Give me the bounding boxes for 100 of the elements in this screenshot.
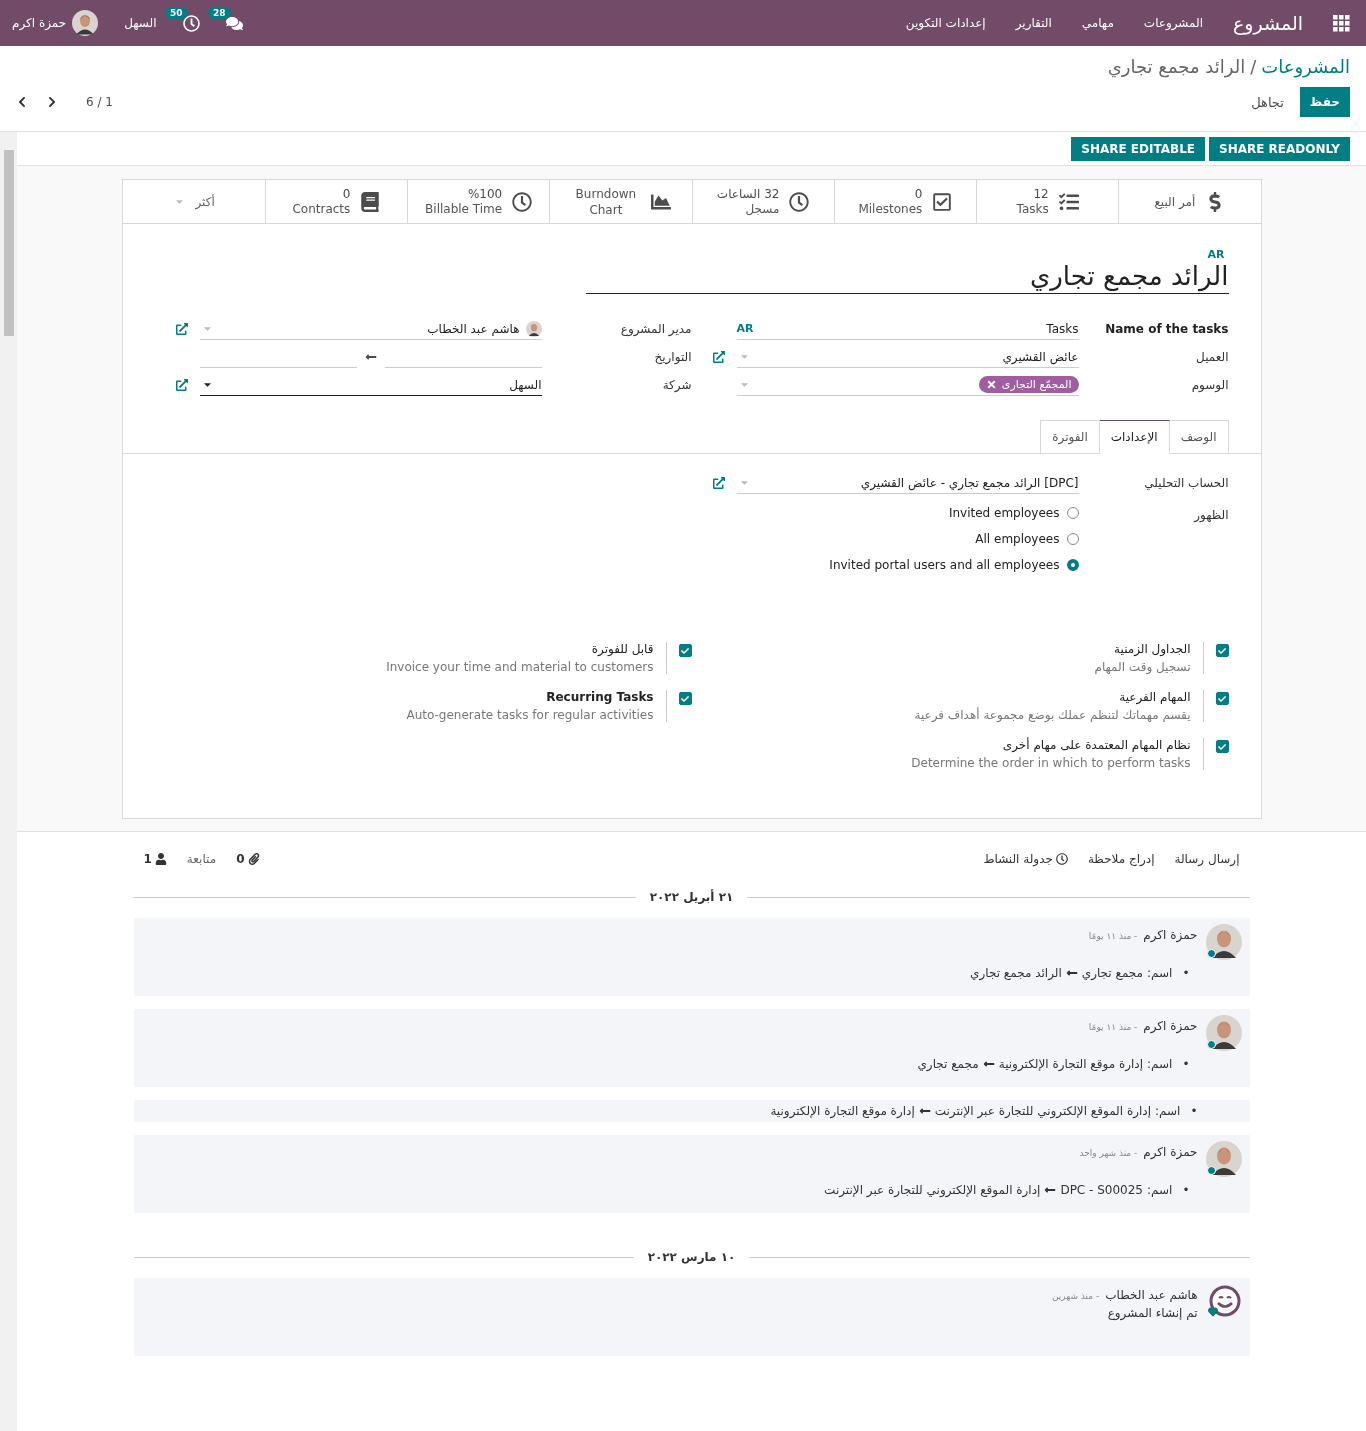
share-button[interactable]: SHARE READONLY: [1209, 136, 1350, 161]
checkbox[interactable]: [678, 692, 692, 705]
menu-item[interactable]: مهامي: [1081, 16, 1114, 30]
pager-counter: 1 / 6: [86, 95, 113, 109]
list-icon: [1058, 191, 1079, 212]
author-name: حمزة اكرم: [1143, 1019, 1198, 1033]
tag: المجمّع التجارى: [978, 376, 1079, 393]
check-icon: [1218, 694, 1226, 703]
follow-button[interactable]: متابعة: [186, 852, 217, 866]
app-title: المشروع: [1233, 12, 1303, 34]
old-value: إدارة موقع التجارة الإلكترونية: [998, 1056, 1143, 1073]
avatar: [1205, 1015, 1242, 1051]
new-value: إدارة الموقع الإلكتروني للتجارة عبر الإنترنت: [824, 1182, 1041, 1199]
company-field[interactable]: السهل: [199, 374, 542, 396]
previous-icon[interactable]: [16, 96, 28, 108]
field-name: اسم:: [1147, 965, 1173, 982]
chat-icon[interactable]: [225, 14, 243, 32]
count-badge: 28: [208, 6, 231, 19]
menu-item[interactable]: إعدادات التكوين: [905, 16, 986, 30]
radio-button[interactable]: [1066, 533, 1079, 545]
checkbox[interactable]: [1215, 740, 1229, 753]
radio-label: Invited portal users and all employees: [829, 558, 1060, 572]
field-name: اسم:: [1147, 1182, 1173, 1199]
radio-label: All employees: [975, 532, 1060, 546]
bullet: •: [1182, 1182, 1190, 1199]
radio-button[interactable]: [1066, 507, 1079, 519]
date-separator: ٢١ أبريل ٢٠٢٢: [649, 890, 734, 904]
check-icon: [1218, 646, 1226, 655]
old-value: مجمع تجاري: [1081, 965, 1143, 982]
save-button[interactable]: حفظ: [1299, 87, 1350, 117]
clock-icon: [789, 191, 810, 212]
check-icon: [681, 694, 689, 703]
followers-button[interactable]: 1: [143, 852, 167, 866]
feature-description: Auto-generate tasks for regular activities: [406, 708, 654, 722]
log-note-button[interactable]: إدراج ملاحظة: [1087, 852, 1155, 866]
feature-title: Recurring Tasks: [545, 690, 654, 704]
feature-description: Invoice your time and material to customers: [386, 660, 654, 674]
share-button[interactable]: SHARE EDITABLE: [1071, 136, 1205, 161]
scrollbar-thumb[interactable]: [3, 150, 14, 336]
radio-button[interactable]: [1066, 559, 1079, 571]
tab[interactable]: الوصف: [1168, 420, 1229, 454]
feature-description: يقسم مهماتك لتنظم عملك بوضع مجموعة أهداف فرعية: [914, 708, 1191, 722]
date-separator: ١٠ مارس ٢٠٢٢: [647, 1250, 736, 1264]
checkbox[interactable]: [678, 644, 692, 657]
breadcrumb-current: الرائد مجمع تجاري: [1107, 56, 1246, 77]
user-avatar: [525, 320, 542, 337]
field-label: مدير المشروع: [619, 322, 692, 336]
avatar: [1205, 1141, 1242, 1177]
paperclip-icon: [247, 853, 260, 865]
author-name: حمزة اكرم: [1143, 928, 1198, 942]
heart-icon: [1207, 1307, 1218, 1317]
user-icon: [154, 853, 167, 865]
message-time: - منذ شهرين: [1051, 1291, 1100, 1301]
author-name: حمزة اكرم: [1143, 1145, 1198, 1159]
company-switcher[interactable]: السهل: [124, 16, 157, 30]
name-field[interactable]: Tasks: [761, 317, 1079, 340]
old-value: DPC - S00025: [1060, 1182, 1143, 1199]
attachments-button[interactable]: 0: [236, 852, 260, 866]
field-label: العميل: [1195, 350, 1229, 364]
next-icon[interactable]: [46, 96, 58, 108]
message-time: - منذ ١١ يومًا: [1088, 1022, 1138, 1032]
tab[interactable]: الإعدادات: [1098, 420, 1170, 454]
radio-label: Invited employees: [948, 506, 1060, 520]
menu-item[interactable]: المشروعات: [1143, 16, 1203, 30]
remove-icon[interactable]: [985, 379, 997, 390]
old-value: إدارة الموقع الإلكتروني للتجارة عبر الإنترنت: [934, 1103, 1151, 1120]
menu-item[interactable]: التقارير: [1015, 16, 1052, 30]
feature-title: قابل للفوترة: [590, 642, 654, 656]
manager-field[interactable]: هاشم عبد الخطاب: [199, 318, 542, 340]
title-field[interactable]: الرائد مجمع تجاري: [585, 261, 1229, 294]
checkbox[interactable]: [1215, 692, 1229, 705]
language-label: AR: [1207, 248, 1225, 261]
tab[interactable]: الفوترة: [1040, 420, 1100, 454]
clock-icon: [512, 191, 533, 212]
feature-description: تسجيل وقت المهام: [1094, 660, 1191, 674]
clock-icon: [1055, 853, 1068, 865]
field-label: شركة: [661, 378, 692, 392]
clock-icon[interactable]: [182, 14, 200, 32]
field-name: اسم:: [1147, 1056, 1173, 1073]
user-menu[interactable]: حمزة اكرم: [12, 16, 67, 30]
message-text: تم إنشاء المشروع: [1106, 1306, 1198, 1320]
customer-field[interactable]: عائض القشيري: [736, 346, 1079, 368]
tags-field[interactable]: المجمّع التجارى: [736, 374, 1079, 396]
feature-description: Determine the order in which to perform tasks: [911, 756, 1191, 770]
language-label: AR: [736, 322, 754, 335]
bullet: •: [1182, 965, 1190, 982]
schedule-activity-button[interactable]: جدولة النشاط: [983, 852, 1068, 866]
send-message-button[interactable]: إرسال رسالة: [1174, 852, 1240, 866]
check-icon: [1218, 742, 1226, 751]
new-value: الرائد مجمع تجاري: [970, 965, 1062, 982]
feature-title: نظام المهام المعتمدة على مهام أخرى: [1001, 738, 1191, 752]
breadcrumb-link[interactable]: المشروعات: [1261, 56, 1350, 77]
field-label: الظهور: [1192, 507, 1229, 522]
analytic-account-field[interactable]: [DPC] الرائد مجمع تجاري - عائض القشيري: [736, 472, 1079, 494]
discard-button[interactable]: تجاهل: [1245, 93, 1290, 111]
checkbox[interactable]: [1215, 644, 1229, 657]
message-time: - منذ ١١ يومًا: [1088, 931, 1138, 941]
apps-grid-icon[interactable]: [1333, 14, 1350, 32]
field-name: اسم:: [1155, 1103, 1181, 1120]
check-icon: [681, 646, 689, 655]
